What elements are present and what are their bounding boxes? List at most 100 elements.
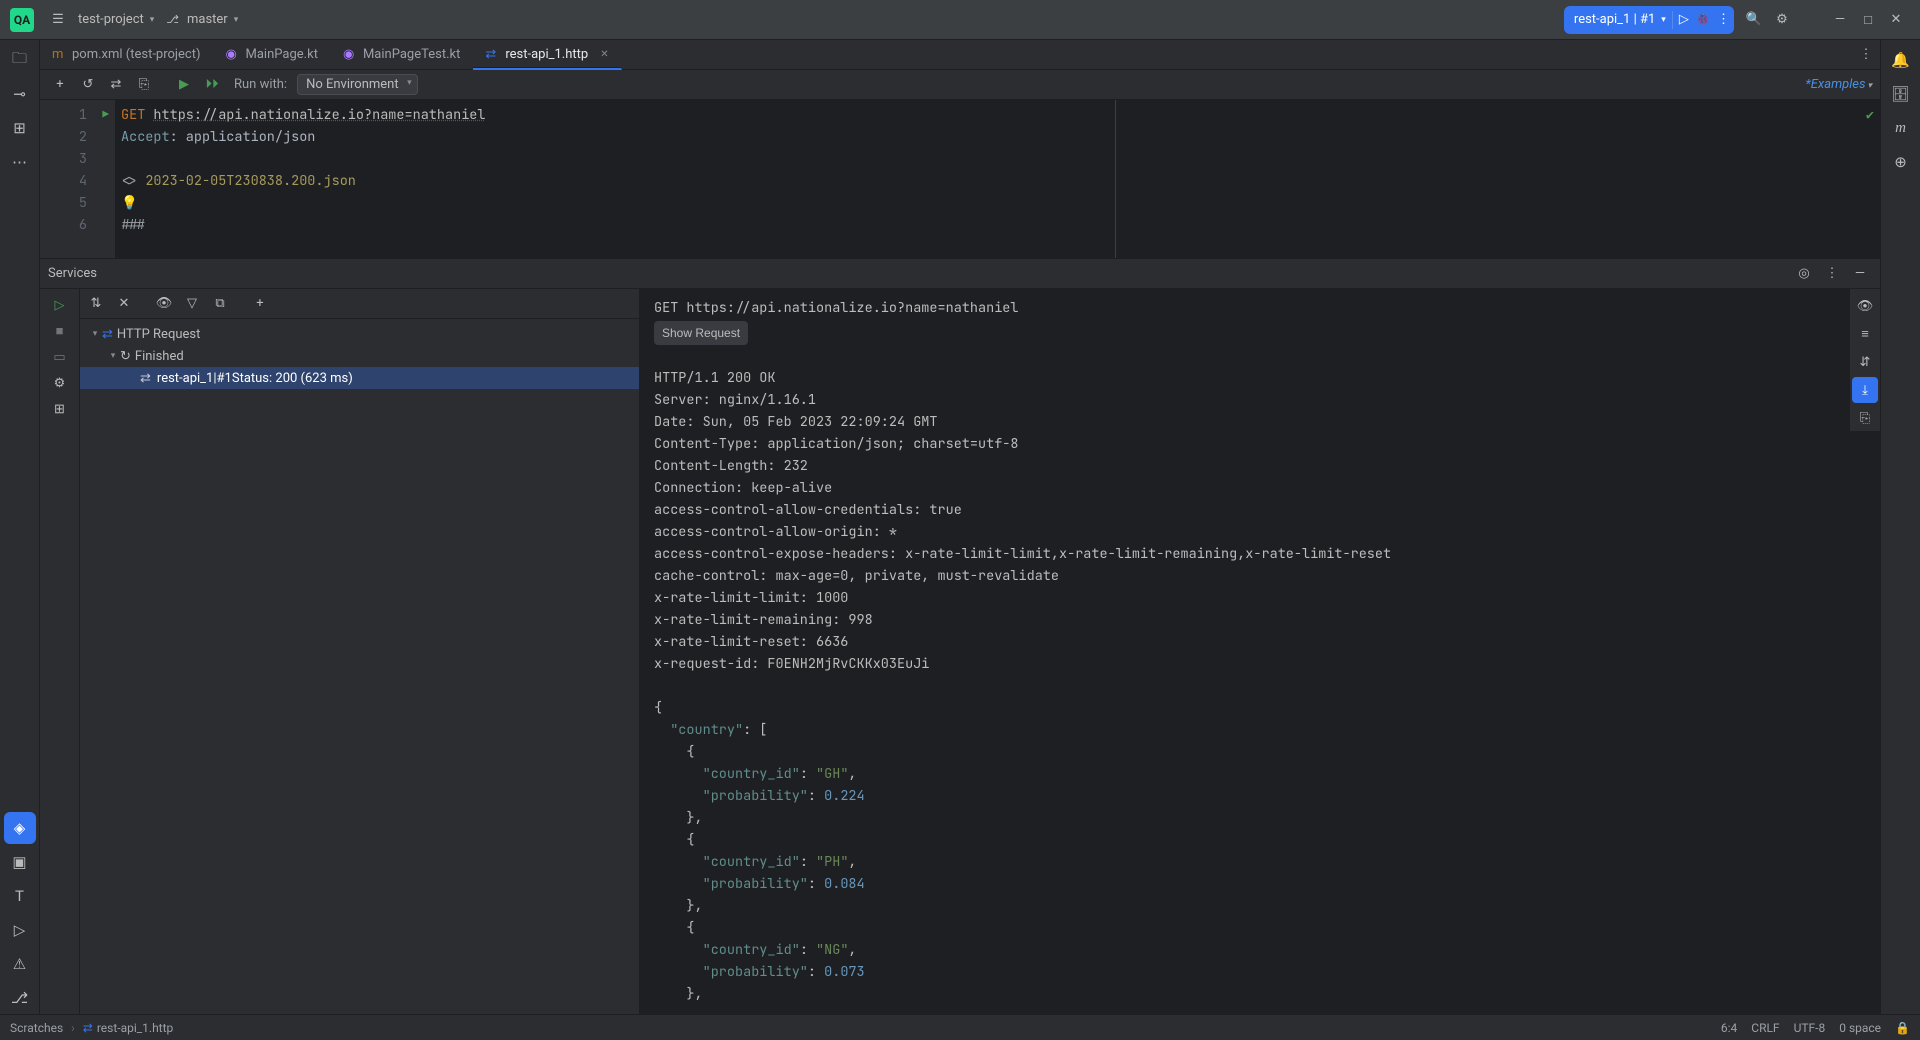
- services-left-toolbar: ▷ ■ ▭ ⚙ ⊞: [40, 289, 80, 1014]
- tree-root[interactable]: ▾ ⇄ HTTP Request: [80, 323, 639, 345]
- search-everywhere-icon[interactable]: 🔍: [1740, 6, 1768, 34]
- show-request-button[interactable]: Show Request: [654, 321, 748, 345]
- rerun-button[interactable]: ▷: [48, 293, 72, 317]
- settings-icon[interactable]: ⚙: [1768, 6, 1796, 34]
- run-line-marker[interactable]: ▶: [102, 108, 109, 122]
- open-tab-icon[interactable]: ⧉: [208, 292, 232, 316]
- tab-label: MainPage.kt: [246, 47, 318, 62]
- branch-name: master: [187, 12, 228, 27]
- minimize-button[interactable]: —: [1826, 6, 1854, 34]
- tab-mainpage[interactable]: ◉ MainPage.kt: [214, 40, 331, 70]
- titlebar: QA ☰ test-project▾ master▾ rest-api_1 | …: [0, 0, 1920, 40]
- problems-tool-icon[interactable]: ⚠: [4, 948, 36, 980]
- coverage-icon[interactable]: ⊕: [1885, 146, 1917, 178]
- http-file-icon: ⇄: [83, 1021, 93, 1035]
- http-editor-toolbar: + ↺ ⇄ ⎘ ▶ ⏵⏵ Run with: No Environment *E…: [40, 70, 1880, 100]
- inspection-ok-icon[interactable]: ✔: [1866, 106, 1874, 124]
- close-tab-button[interactable]: ✕: [600, 49, 608, 60]
- editor-tabs: m pom.xml (test-project) ◉ MainPage.kt ◉…: [40, 40, 1880, 70]
- examples-link[interactable]: *Examples▾: [1805, 77, 1872, 92]
- project-tool-icon[interactable]: 🗀: [4, 44, 36, 76]
- resp-wrap-icon[interactable]: ≡: [1852, 321, 1878, 347]
- services-hide-icon[interactable]: —: [1848, 262, 1872, 286]
- resp-format-icon[interactable]: ⇵: [1852, 349, 1878, 375]
- project-name: test-project: [78, 12, 144, 27]
- filter-icon[interactable]: ▽: [180, 292, 204, 316]
- code-area[interactable]: GET https://api.nationalize.io?name=nath…: [115, 100, 1880, 258]
- debug-button[interactable]: 🐞: [1695, 12, 1711, 27]
- run-config-label: rest-api_1 | #1: [1574, 12, 1655, 27]
- services-settings-icon[interactable]: ◎: [1792, 262, 1816, 286]
- vcs-tool-icon[interactable]: ⎇: [4, 982, 36, 1014]
- project-selector[interactable]: test-project▾: [72, 12, 160, 27]
- services-config-icon[interactable]: ⚙: [48, 371, 72, 395]
- more-tools-icon[interactable]: ⋯: [4, 146, 36, 178]
- caret-position[interactable]: 6:4: [1721, 1021, 1737, 1035]
- kotlin-icon: ◉: [226, 47, 240, 62]
- database-icon[interactable]: 🗄: [1885, 78, 1917, 110]
- line-ending[interactable]: CRLF: [1751, 1021, 1779, 1035]
- services-title: Services: [48, 266, 97, 281]
- run-tool-icon[interactable]: ▷: [4, 914, 36, 946]
- tree-finished-group[interactable]: ▾ ↻ Finished: [80, 345, 639, 367]
- commit-tool-icon[interactable]: ⊸: [4, 78, 36, 110]
- tabs-more-icon[interactable]: ⋮: [1852, 41, 1880, 69]
- services-tree[interactable]: ▾ ⇄ HTTP Request ▾ ↻ Finished ⇄ rest-api…: [80, 319, 639, 1014]
- layout-button[interactable]: ⊞: [48, 397, 72, 421]
- tab-label: MainPageTest.kt: [363, 47, 460, 62]
- run-button[interactable]: ▷: [1679, 12, 1689, 27]
- maximize-button[interactable]: □: [1854, 6, 1882, 34]
- encoding[interactable]: UTF-8: [1794, 1021, 1826, 1035]
- tab-label: rest-api_1.http: [505, 47, 588, 62]
- environment-dropdown[interactable]: No Environment: [297, 74, 418, 95]
- left-toolbar: 🗀 ⊸ ⊞ ⋯ ◈ ▣ T ▷ ⚠ ⎇: [0, 40, 40, 1014]
- main-menu-button[interactable]: ☰: [44, 6, 72, 34]
- run-all-button[interactable]: ▶: [172, 73, 196, 97]
- import-button[interactable]: ⎘: [132, 73, 156, 97]
- tab-pom[interactable]: m pom.xml (test-project): [40, 40, 214, 70]
- typography-tool-icon[interactable]: T: [4, 880, 36, 912]
- show-hide-icon[interactable]: 👁: [152, 292, 176, 316]
- structure-tool-icon[interactable]: ⊞: [4, 112, 36, 144]
- branch-selector[interactable]: master▾: [160, 12, 244, 27]
- services-tool-icon[interactable]: ◈: [4, 812, 36, 844]
- run-more-button[interactable]: ⋮: [1717, 12, 1730, 27]
- gutter: 1▶ 2 3 4 5 6: [40, 100, 115, 258]
- intention-bulb-icon[interactable]: 💡: [121, 194, 138, 212]
- http-file-icon: ⇄: [485, 47, 499, 62]
- services-more-icon[interactable]: ⋮: [1820, 262, 1844, 286]
- resp-preview-icon[interactable]: 👁: [1852, 293, 1878, 319]
- pause-button[interactable]: ▭: [48, 345, 72, 369]
- add-service-icon[interactable]: +: [248, 292, 272, 316]
- run-all-env-button[interactable]: ⏵⏵: [200, 73, 224, 97]
- request-icon: ⇄: [140, 371, 151, 386]
- close-window-button[interactable]: ✕: [1882, 6, 1910, 34]
- notifications-icon[interactable]: 🔔: [1885, 44, 1917, 76]
- right-toolbar: 🔔 🗄 m ⊕: [1880, 40, 1920, 1014]
- response-viewer[interactable]: GET https://api.nationalize.io?name=nath…: [640, 289, 1880, 1014]
- tab-mainpagetest[interactable]: ◉ MainPageTest.kt: [331, 40, 473, 70]
- maven-icon[interactable]: m: [1885, 112, 1917, 144]
- run-config-widget[interactable]: rest-api_1 | #1▾ ▷ 🐞 ⋮: [1564, 6, 1734, 34]
- tab-rest-api[interactable]: ⇄ rest-api_1.http ✕: [473, 40, 621, 70]
- breadcrumb[interactable]: Scratches › ⇄ rest-api_1.http: [10, 1021, 173, 1035]
- http-icon: ⇄: [102, 327, 113, 342]
- add-request-button[interactable]: +: [48, 73, 72, 97]
- resp-copy-icon[interactable]: ⎘: [1852, 405, 1878, 431]
- stop-button[interactable]: ■: [48, 319, 72, 343]
- history-button[interactable]: ↺: [76, 73, 100, 97]
- expand-all-icon[interactable]: ⇅: [84, 292, 108, 316]
- services-panel: Services ◎ ⋮ — ▷ ■ ▭ ⚙ ⊞ ⇅: [40, 258, 1880, 1014]
- editor[interactable]: 1▶ 2 3 4 5 6 GET https://api.nationalize…: [40, 100, 1880, 258]
- maven-icon: m: [52, 47, 66, 62]
- tree-run-item[interactable]: ⇄ rest-api_1 | #1 Status: 200 (623 ms): [80, 367, 639, 389]
- run-with-label: Run with:: [234, 77, 287, 92]
- refresh-icon: ↻: [120, 349, 131, 364]
- terminal-tool-icon[interactable]: ▣: [4, 846, 36, 878]
- close-session-icon[interactable]: ✕: [112, 292, 136, 316]
- indent[interactable]: 0 space: [1839, 1021, 1881, 1035]
- convert-button[interactable]: ⇄: [104, 73, 128, 97]
- resp-scroll-icon[interactable]: ⤓: [1852, 377, 1878, 403]
- kotlin-icon: ◉: [343, 47, 357, 62]
- readonly-lock-icon[interactable]: 🔒: [1895, 1021, 1910, 1035]
